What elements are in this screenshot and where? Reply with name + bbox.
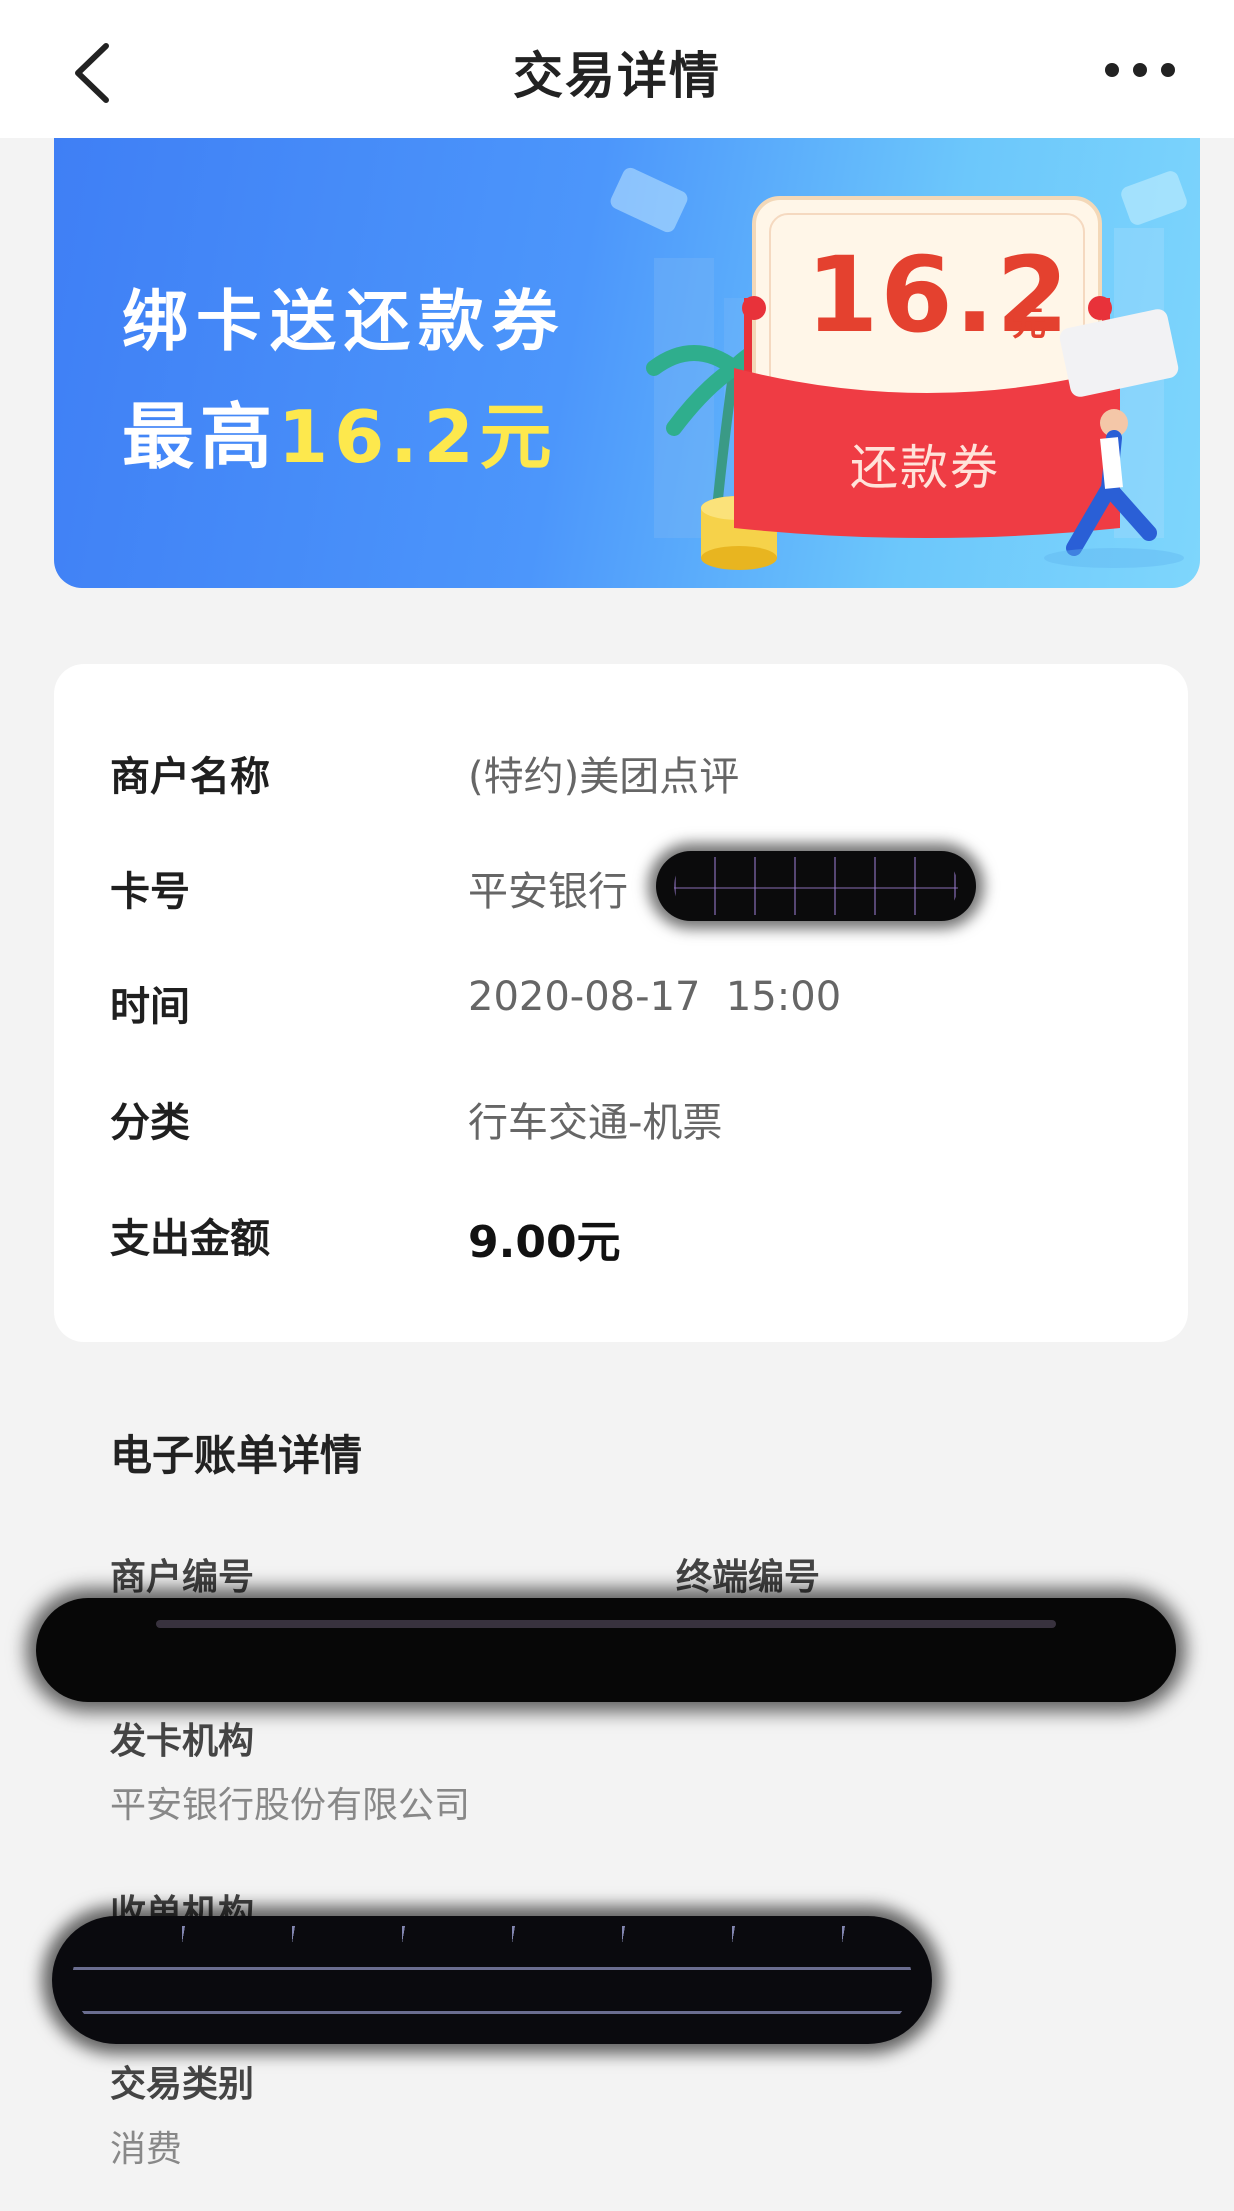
coupon-unit: 元 bbox=[1012, 304, 1046, 344]
banner-subheadline: 最高16.2元 bbox=[122, 378, 558, 483]
top-nav-bar: 交易详情 bbox=[0, 0, 1234, 138]
redacted-acquirer-value bbox=[52, 1916, 932, 2044]
terminal-number-label: 终端编号 bbox=[676, 1557, 821, 1598]
banner-max-prefix: 最高 bbox=[122, 395, 279, 479]
merchant-name-row: 商户名称 (特约)美团点评 bbox=[54, 744, 1188, 804]
time-label: 时间 bbox=[110, 984, 190, 1030]
more-horizontal-icon bbox=[1105, 63, 1175, 77]
redacted-card-number bbox=[656, 851, 976, 921]
transaction-type-label: 交易类别 bbox=[110, 2064, 255, 2105]
amount-label: 支出金额 bbox=[110, 1216, 270, 1262]
time-value: 2020-08-17 15:00 bbox=[468, 974, 842, 1020]
card-number-row: 卡号 平安银行 bbox=[54, 851, 1188, 921]
banner-headline: 绑卡送还款券 bbox=[122, 283, 566, 360]
category-row: 分类 行车交通-机票 bbox=[54, 1090, 1188, 1150]
card-number-label: 卡号 bbox=[110, 869, 190, 915]
category-label: 分类 bbox=[110, 1100, 190, 1146]
promo-banner[interactable]: 绑卡送还款券 最高16.2元 16.2 元 还款券 bbox=[54, 138, 1200, 588]
merchant-name-value: (特约)美团点评 bbox=[468, 754, 740, 800]
banner-max-amount: 16.2元 bbox=[278, 395, 558, 479]
issuer-label: 发卡机构 bbox=[110, 1721, 255, 1762]
page-title: 交易详情 bbox=[513, 47, 721, 105]
merchant-name-label: 商户名称 bbox=[110, 754, 270, 800]
time-row: 时间 2020-08-17 15:00 bbox=[54, 974, 1188, 1034]
category-value: 行车交通-机票 bbox=[468, 1100, 723, 1146]
card-number-value: 平安银行 bbox=[468, 869, 628, 915]
issuer-value: 平安银行股份有限公司 bbox=[110, 1785, 471, 1826]
transaction-info-card: 商户名称 (特约)美团点评 卡号 平安银行 时间 2020-08-17 15:0… bbox=[54, 664, 1188, 1342]
amount-value: 9.00元 bbox=[468, 1217, 621, 1268]
more-button[interactable] bbox=[1102, 58, 1178, 82]
transaction-type-value: 消费 bbox=[110, 2129, 183, 2170]
merchant-number-label: 商户编号 bbox=[110, 1557, 255, 1598]
ebill-section-title: 电子账单详情 bbox=[110, 1431, 363, 1480]
redacted-merchant-terminal-numbers bbox=[36, 1598, 1176, 1702]
amount-row: 支出金额 9.00元 bbox=[54, 1206, 1188, 1268]
coupon-label: 还款券 bbox=[850, 440, 1001, 496]
